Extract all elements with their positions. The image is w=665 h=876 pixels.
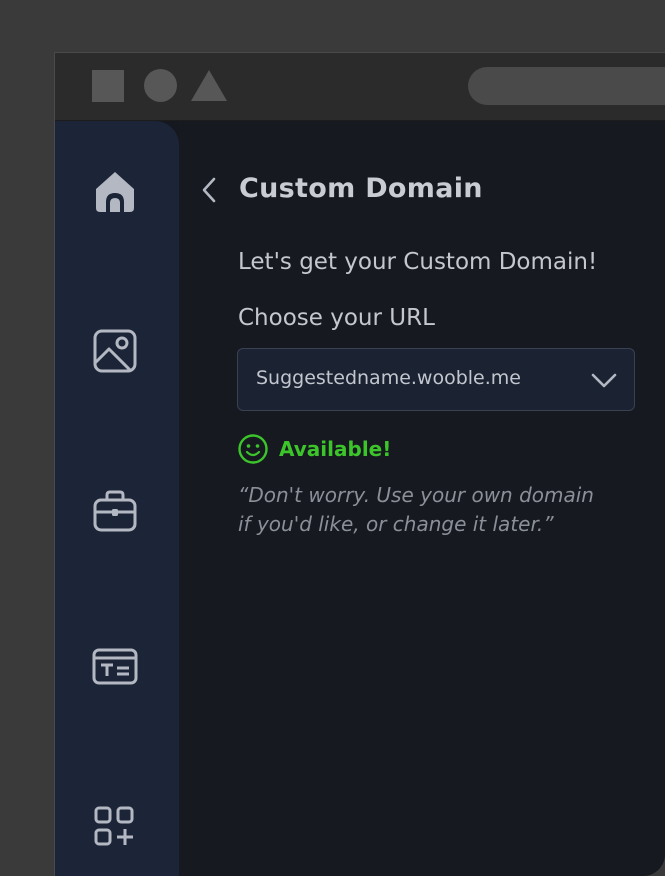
headline: Let's get your Custom Domain! bbox=[238, 249, 598, 275]
add-widget-icon bbox=[94, 806, 134, 846]
briefcase-icon bbox=[93, 490, 137, 532]
sidebar-item-add-section[interactable] bbox=[87, 799, 143, 855]
chevron-left-icon bbox=[202, 177, 216, 203]
sidebar-item-home[interactable] bbox=[87, 163, 143, 219]
sidebar-item-portfolio[interactable] bbox=[87, 483, 143, 539]
availability-status: Available! bbox=[237, 432, 391, 466]
sidebar-item-gallery[interactable] bbox=[87, 323, 143, 379]
circle-icon bbox=[144, 69, 177, 102]
status-text: Available! bbox=[279, 437, 392, 461]
sidebar-item-text[interactable] bbox=[87, 639, 143, 695]
url-select-value: Suggestedname.wooble.me bbox=[256, 367, 521, 389]
address-bar[interactable] bbox=[468, 67, 665, 105]
page-title: Custom Domain bbox=[239, 173, 483, 204]
url-field-label: Choose your URL bbox=[238, 305, 435, 331]
domain-note: “Don't worry. Use your own domain if you… bbox=[238, 483, 594, 536]
back-button[interactable] bbox=[197, 175, 221, 205]
home-icon bbox=[96, 172, 134, 212]
triangle-icon bbox=[191, 70, 227, 101]
sidebar bbox=[55, 121, 179, 876]
chevron-down-icon bbox=[591, 373, 617, 388]
device-frame: Custom Domain Let's get your Custom Doma… bbox=[0, 0, 665, 876]
square-icon bbox=[92, 70, 124, 102]
image-icon bbox=[93, 329, 137, 373]
text-block-icon bbox=[92, 648, 138, 685]
titlebar bbox=[55, 53, 665, 121]
url-select[interactable]: Suggestedname.wooble.me bbox=[237, 348, 635, 411]
main-content: Custom Domain Let's get your Custom Doma… bbox=[179, 121, 665, 876]
app-window: Custom Domain Let's get your Custom Doma… bbox=[54, 52, 665, 876]
smiley-icon bbox=[238, 434, 268, 464]
